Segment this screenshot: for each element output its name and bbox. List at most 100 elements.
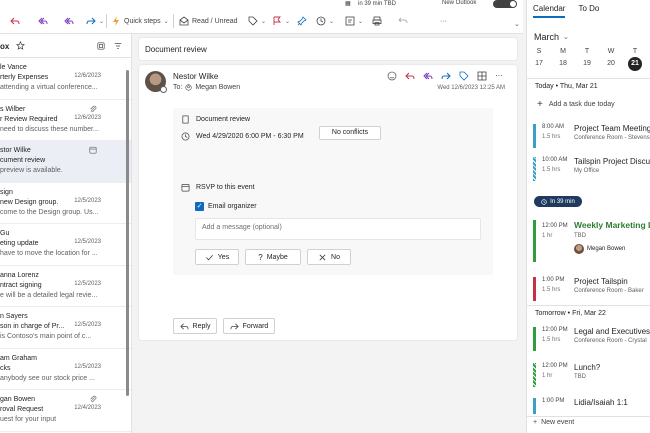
rsvp-no-button[interactable]: No — [307, 249, 351, 265]
close-icon — [319, 254, 326, 260]
reply-icon[interactable] — [405, 71, 415, 81]
no-conflicts-button[interactable]: No conflicts — [319, 126, 381, 140]
calendar-event[interactable]: 12:00 PM 1 hr Weekly Marketing Lu TBD Me… — [533, 220, 650, 262]
select-icon[interactable] — [97, 42, 105, 52]
undo-icon — [398, 17, 408, 24]
email-organizer-row[interactable]: ✓ Email organizer — [195, 202, 257, 211]
email-organizer-label: Email organizer — [208, 203, 257, 210]
more-options-button[interactable]: ··· — [440, 14, 447, 28]
new-outlook-toggle[interactable] — [493, 0, 517, 8]
message-subject: new Design group. — [0, 198, 59, 206]
message-sender: gan Bowen — [0, 396, 36, 403]
calendar-event[interactable]: 1:00 PM 1.5 hrs Project Tailspin Confere… — [533, 277, 650, 301]
event-time: 8:00 AM — [542, 124, 565, 130]
message-list-item[interactable]: Gu eting update have to move the locatio… — [0, 224, 131, 266]
message-subject: son in charge of Pr... — [0, 323, 65, 330]
more-icon[interactable]: ··· — [495, 71, 503, 81]
tab-todo[interactable]: To Do — [578, 4, 599, 18]
pin-button[interactable] — [297, 14, 307, 28]
grid-icon[interactable] — [477, 71, 487, 81]
new-event-button[interactable]: + New event — [533, 419, 574, 426]
reply-all-icon[interactable] — [423, 71, 433, 81]
rsvp-message-input[interactable]: Add a message (optional) — [195, 218, 481, 240]
undo-button[interactable] — [398, 14, 408, 28]
chevron-down-icon[interactable]: ⌄ — [164, 18, 169, 25]
tag-button[interactable]: ⌄ — [248, 14, 266, 28]
message-sender: s Wilber — [0, 105, 26, 113]
calendar-event[interactable]: 8:00 AM 1.5 hrs Project Team Meeting Con… — [533, 124, 650, 148]
chevron-down-icon[interactable]: ⌄ — [358, 18, 363, 25]
message-sender: anna Lorenz — [0, 271, 39, 279]
rsvp-yes-button[interactable]: Yes — [195, 249, 239, 265]
day-cell[interactable]: 17 — [532, 60, 546, 67]
forward-button[interactable]: Forward — [223, 318, 275, 334]
toolbar-divider — [173, 14, 174, 28]
folder-title[interactable]: ox — [0, 42, 9, 51]
calendar-event[interactable]: 10:00 AM 1.5 hrs Tailspin Project Discus… — [533, 157, 650, 181]
calendar-event[interactable]: 12:00 PM 1.5 hrs Legal and Executives Bi… — [533, 327, 650, 351]
add-task-button[interactable]: + Add a task due today — [537, 99, 615, 110]
sender-avatar[interactable] — [145, 71, 167, 93]
chevron-down-icon: ⌄ — [563, 34, 569, 41]
day-cell[interactable]: 19 — [580, 60, 594, 67]
invite-time-row: Wed 4/29/2020 6:00 PM - 6:30 PM — [181, 132, 304, 141]
chevron-down-icon[interactable]: ⌄ — [329, 18, 334, 25]
forward-icon — [230, 323, 239, 329]
event-time: 1:00 PM — [542, 277, 565, 283]
recipient-name[interactable]: Megan Bowen — [195, 84, 240, 91]
message-list-item[interactable]: s Wilber r Review Required need to discu… — [0, 100, 131, 141]
divider — [527, 305, 650, 306]
recipient-line: To: Megan Bowen — [173, 84, 240, 91]
message-list-item[interactable]: sign new Design group. come to the Desig… — [0, 183, 131, 224]
filter-icon[interactable] — [114, 42, 122, 52]
message-list-item[interactable]: gan Bowen roval Request uest for your in… — [0, 390, 131, 432]
more-icon: ··· — [440, 17, 447, 25]
flag-button[interactable]: ⌄ — [272, 14, 290, 28]
my-day-tabs: Calendar To Do — [533, 4, 599, 18]
calendar-event[interactable]: 12:00 PM 1 hr Lunch? TBD — [533, 363, 650, 387]
reply-button[interactable]: Reply — [173, 318, 217, 334]
tag-icon[interactable] — [459, 71, 469, 81]
reply-all-toolbar-button[interactable] — [38, 14, 48, 28]
message-list-item[interactable]: n Sayers son in charge of Pr... is Conto… — [0, 307, 131, 349]
rules-button[interactable]: ⌄ — [345, 14, 363, 28]
quick-steps-label: Quick steps — [124, 17, 161, 25]
sender-name[interactable]: Nestor Wilke — [173, 72, 218, 81]
ribbon-collapse-chevron-icon[interactable]: ⌄ — [514, 20, 520, 28]
divider — [527, 78, 650, 79]
event-color-bar — [533, 157, 536, 181]
message-list-item-selected[interactable]: stor Wilke cument review preview is avai… — [0, 141, 131, 183]
day-cell[interactable]: 18 — [556, 60, 570, 67]
message-preview: is Contoso's main point of c... — [0, 333, 92, 340]
message-list-scrollbar[interactable] — [126, 70, 129, 396]
forward-toolbar-button[interactable]: ⌄ — [86, 14, 104, 28]
event-location: My Office — [574, 168, 600, 174]
reminder-text[interactable]: in 39 min TBD — [358, 1, 396, 7]
calendar-event[interactable]: 1:00 PM Lidia/Isaiah 1:1 — [533, 398, 650, 414]
rsvp-maybe-button[interactable]: ? Maybe — [245, 249, 301, 265]
message-subject: roval Request — [0, 406, 44, 413]
message-list-item[interactable]: am Graham cks anybody see our stock pric… — [0, 349, 131, 390]
emoji-icon[interactable] — [387, 71, 397, 81]
chevron-down-icon[interactable]: ⌄ — [99, 18, 104, 25]
day-cell-today[interactable]: 21 — [628, 57, 642, 71]
message-list-item[interactable]: le Vance rterly Expenses attending a vir… — [0, 58, 131, 100]
reply-all-toolbar-button-2[interactable] — [64, 14, 74, 28]
email-organizer-checkbox[interactable]: ✓ — [195, 202, 204, 211]
reply-toolbar-button[interactable] — [10, 14, 20, 28]
chevron-down-icon[interactable]: ⌄ — [285, 18, 290, 25]
star-icon[interactable] — [16, 40, 25, 52]
forward-icon[interactable] — [441, 71, 451, 81]
read-unread-button[interactable]: Read / Unread — [179, 14, 238, 28]
tab-calendar[interactable]: Calendar — [533, 4, 566, 18]
snooze-button[interactable]: ⌄ — [316, 14, 334, 28]
print-button[interactable] — [372, 14, 382, 28]
message-list-item[interactable]: anna Lorenz ntract signing e will be a d… — [0, 266, 131, 307]
plus-icon: + — [537, 99, 543, 110]
paperclip-icon — [89, 395, 97, 405]
month-picker[interactable]: March ⌄ — [534, 32, 569, 42]
day-cell[interactable]: 20 — [604, 60, 618, 67]
chevron-down-icon[interactable]: ⌄ — [261, 18, 266, 25]
message-sender: le Vance — [0, 64, 27, 71]
quick-steps-button[interactable]: Quick steps ⌄ — [111, 14, 169, 28]
